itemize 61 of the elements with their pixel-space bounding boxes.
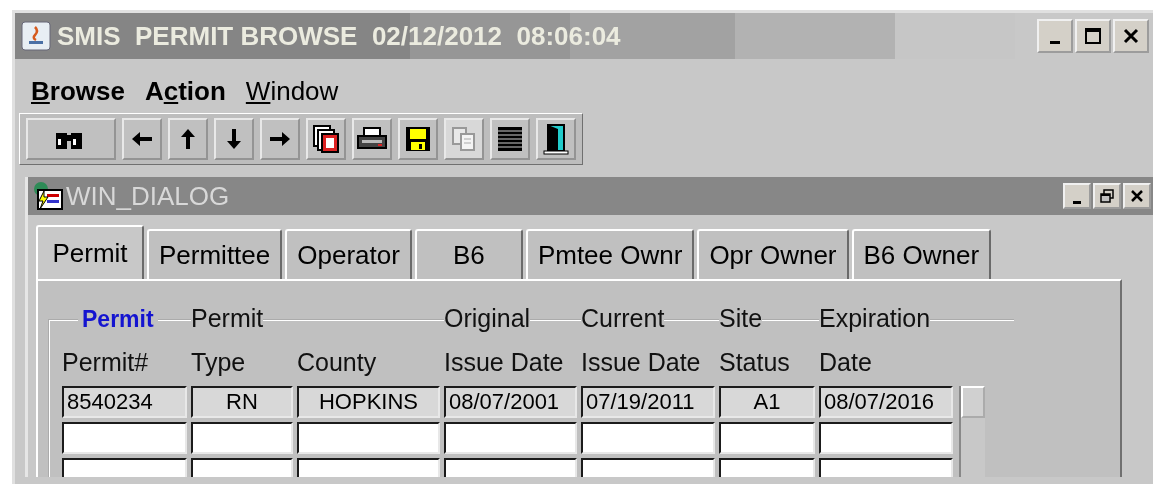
dialog-title: WIN_DIALOG xyxy=(66,180,230,212)
close-icon xyxy=(1123,28,1139,44)
restore-button[interactable] xyxy=(1093,183,1121,209)
input-field[interactable] xyxy=(62,422,187,454)
scroll-thumb[interactable] xyxy=(961,386,985,418)
maximize-icon xyxy=(1084,27,1102,45)
down-arrow-icon xyxy=(224,127,244,151)
copy-icon xyxy=(450,125,478,153)
toolbar-button[interactable] xyxy=(260,118,300,160)
toolbar-button[interactable] xyxy=(306,118,346,160)
close-icon xyxy=(1131,190,1143,202)
minimize-icon xyxy=(1073,200,1081,204)
table-cell: 07/19/2011 xyxy=(581,386,715,418)
close-button[interactable] xyxy=(1113,19,1149,53)
form-icon xyxy=(32,181,64,211)
menu-item[interactable]: Window xyxy=(245,75,339,107)
table-cell: 8540234 xyxy=(62,386,187,418)
maximize-button[interactable] xyxy=(1075,19,1111,53)
tab[interactable]: Operator xyxy=(285,229,412,279)
up-arrow-icon xyxy=(178,127,198,151)
tab[interactable]: B6 xyxy=(414,229,523,279)
tab[interactable]: B6 Owner xyxy=(851,229,992,279)
table-cell: A1 xyxy=(719,386,815,418)
toolbar-button[interactable] xyxy=(536,118,576,160)
left-arrow-icon xyxy=(130,129,154,149)
menu-item[interactable]: Action xyxy=(144,75,226,107)
list-lines-icon xyxy=(496,125,524,153)
documents-icon xyxy=(312,124,340,154)
toolbar-button[interactable] xyxy=(214,118,254,160)
door-icon xyxy=(542,123,570,155)
toolbar-button[interactable] xyxy=(490,118,530,160)
table-cell: HOPKINS xyxy=(297,386,440,418)
toolbar-button[interactable] xyxy=(168,118,208,160)
minimize-icon xyxy=(1050,40,1060,44)
tab[interactable]: Permit xyxy=(36,225,144,279)
tab[interactable]: Opr Owner xyxy=(697,229,849,279)
tab[interactable]: Pmtee Ownr xyxy=(525,229,695,279)
toolbar-button[interactable] xyxy=(352,118,392,160)
table-cell: RN xyxy=(191,386,293,418)
minimize-button[interactable] xyxy=(1063,183,1091,209)
input-field[interactable] xyxy=(581,422,715,454)
table-cell: 08/07/2001 xyxy=(444,386,577,418)
input-field[interactable] xyxy=(191,422,293,454)
input-field[interactable] xyxy=(297,422,440,454)
right-arrow-icon xyxy=(268,129,292,149)
restore-icon xyxy=(1100,189,1114,203)
app-icon xyxy=(21,21,51,51)
scrollbar[interactable] xyxy=(959,386,985,477)
close-button[interactable] xyxy=(1123,183,1151,209)
printer-icon xyxy=(356,126,388,152)
input-field[interactable] xyxy=(444,422,577,454)
toolbar-button[interactable] xyxy=(26,118,116,160)
menu-item[interactable]: Browse xyxy=(31,75,125,107)
input-field[interactable] xyxy=(719,422,815,454)
minimize-button[interactable] xyxy=(1037,19,1073,53)
window-title: SMIS PERMIT BROWSE 02/12/2012 08:06:04 xyxy=(57,20,621,52)
toolbar-button[interactable] xyxy=(398,118,438,160)
input-field[interactable] xyxy=(819,422,953,454)
toolbar-button[interactable] xyxy=(122,118,162,160)
table-cell: 08/07/2016 xyxy=(819,386,953,418)
tab[interactable]: Permittee xyxy=(147,229,283,279)
